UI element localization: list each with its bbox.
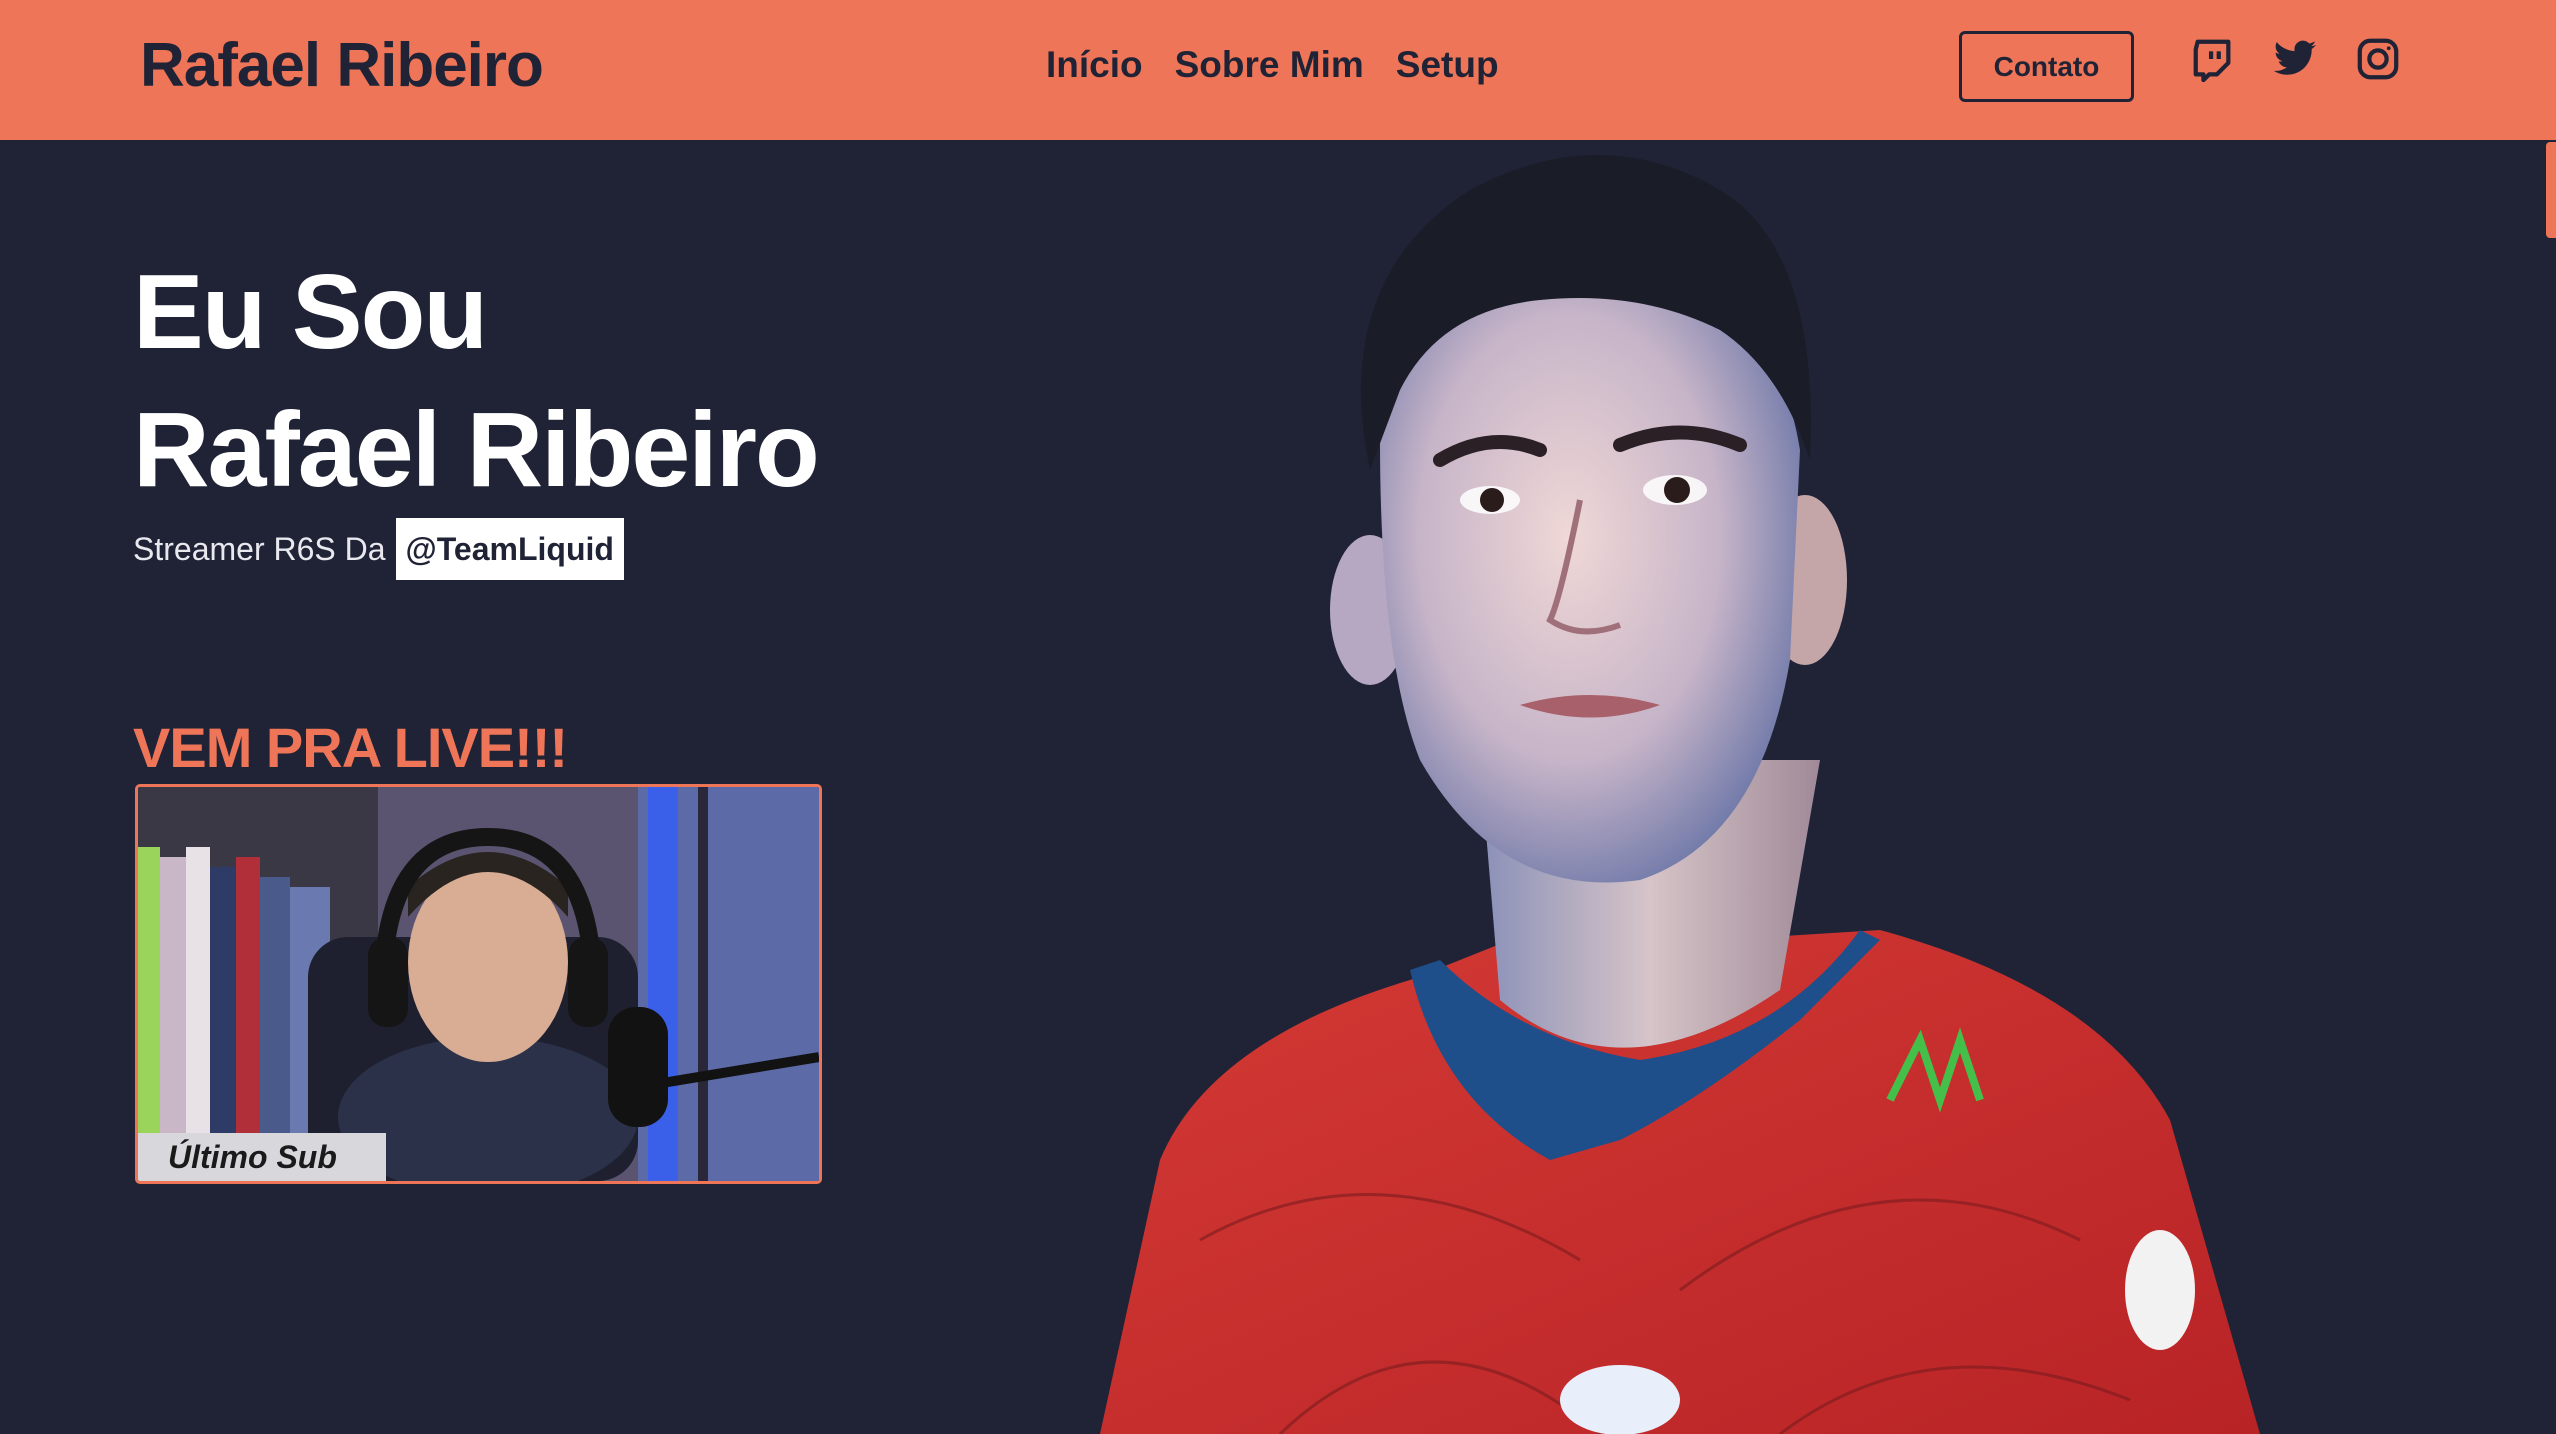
nav-link-setup[interactable]: Setup [1396,40,1499,90]
streamer-portrait [1080,140,2300,1434]
nav-link-inicio[interactable]: Início [1046,40,1143,90]
hero-title-line2: Rafael Ribeiro [133,391,820,509]
instagram-icon[interactable] [2355,36,2401,82]
twitch-icon[interactable] [2190,36,2236,82]
contact-button[interactable]: Contato [1959,31,2134,102]
hero-subtitle: Streamer R6S Da @TeamLiquid [133,518,624,580]
scrollbar-thumb[interactable] [2546,142,2556,238]
subtitle-text: Streamer R6S Da [133,531,386,567]
live-stream-embed[interactable]: Último Sub [135,784,822,1184]
main-nav: Início Sobre Mim Setup [1046,40,1499,90]
team-liquid-tag[interactable]: @TeamLiquid [395,518,624,580]
hero-title-line1: Eu Sou [133,253,488,371]
nav-link-sobre-mim[interactable]: Sobre Mim [1175,40,1364,90]
twitter-icon[interactable] [2272,36,2318,82]
navbar: Rafael Ribeiro Início Sobre Mim Setup Co… [0,0,2556,140]
last-sub-label: Último Sub [138,1133,386,1181]
stream-preview-image [138,787,819,1181]
brand-logo[interactable]: Rafael Ribeiro [140,30,544,102]
live-heading: VEM PRA LIVE!!! [133,716,568,779]
